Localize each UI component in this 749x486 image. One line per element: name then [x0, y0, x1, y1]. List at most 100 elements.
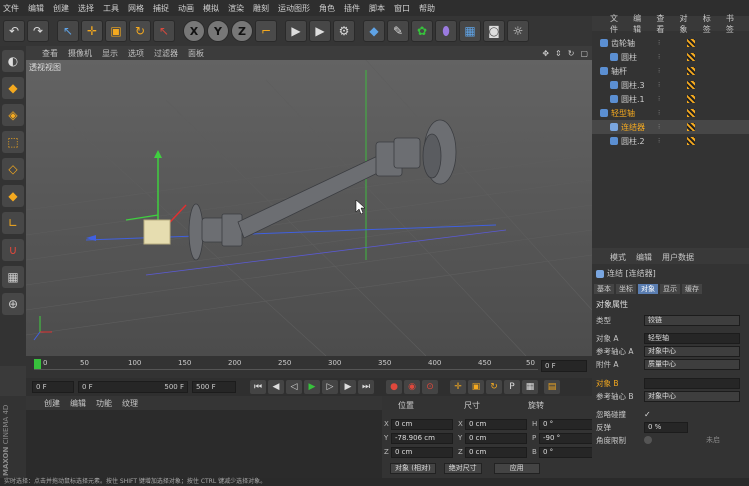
- viewport-menu-item[interactable]: 摄像机: [68, 48, 92, 59]
- visibility-dots-icon[interactable]: ⁝: [658, 137, 660, 145]
- attribute-menu-item[interactable]: 用户数据: [662, 252, 694, 263]
- live-select-icon[interactable]: ↖: [153, 20, 175, 42]
- autokey-icon[interactable]: ◉: [404, 380, 420, 394]
- object-b-field[interactable]: [644, 377, 740, 389]
- orbit-icon[interactable]: ↻: [568, 49, 575, 58]
- tab-cache[interactable]: 缓存: [682, 284, 702, 294]
- key-param-icon[interactable]: P: [504, 380, 520, 394]
- y-axis-icon[interactable]: Y: [207, 20, 229, 42]
- coord-system-icon[interactable]: ⌐: [255, 20, 277, 42]
- visibility-dots-icon[interactable]: ⁝: [658, 123, 660, 131]
- model-mode-icon[interactable]: ◆: [2, 77, 24, 99]
- timeline-playhead[interactable]: [34, 359, 41, 369]
- coord-mode-dropdown[interactable]: 对象 (相对): [390, 462, 436, 474]
- menu-item[interactable]: 脚本: [369, 3, 385, 14]
- attach-a-dropdown[interactable]: 质量中心: [644, 358, 740, 370]
- polygon-mode-icon[interactable]: ◆: [2, 185, 24, 207]
- tab-display[interactable]: 显示: [660, 284, 680, 294]
- key-pla-icon[interactable]: ▦: [522, 380, 538, 394]
- point-mode-icon[interactable]: ⬚: [2, 131, 24, 153]
- ref-axis-b-dropdown[interactable]: 对象中心: [644, 390, 740, 402]
- visibility-dots-icon[interactable]: ⁝: [658, 39, 660, 47]
- position-y-field[interactable]: -78.906 cm: [391, 432, 453, 444]
- object-a-field[interactable]: 轻型轴: [644, 332, 740, 344]
- edge-mode-icon[interactable]: ◇: [2, 158, 24, 180]
- material-tag-icon[interactable]: [687, 109, 695, 117]
- size-mode-dropdown[interactable]: 绝对尺寸: [443, 462, 482, 474]
- menu-item[interactable]: 插件: [344, 3, 360, 14]
- z-axis-icon[interactable]: Z: [231, 20, 253, 42]
- visibility-dots-icon[interactable]: ⁝: [658, 109, 660, 117]
- viewport-menu-item[interactable]: 过滤器: [154, 48, 178, 59]
- next-key-icon[interactable]: ▶: [340, 380, 356, 394]
- move-icon[interactable]: ✛: [81, 20, 103, 42]
- key-scale-icon[interactable]: ▣: [468, 380, 484, 394]
- make-editable-icon[interactable]: ◐: [2, 50, 24, 72]
- start-frame-field[interactable]: 0 F: [32, 381, 74, 393]
- viewport-menu-item[interactable]: 选项: [128, 48, 144, 59]
- go-to-end-icon[interactable]: ⏭: [358, 380, 374, 394]
- deformer-icon[interactable]: ⬮: [435, 20, 457, 42]
- end-frame-field[interactable]: 500 F: [192, 381, 236, 393]
- key-position-icon[interactable]: ✛: [450, 380, 466, 394]
- menu-item[interactable]: 渲染: [228, 3, 244, 14]
- apply-button[interactable]: 应用: [493, 462, 540, 474]
- object-row[interactable]: 圆柱.3 ⁝: [592, 78, 749, 92]
- menu-item[interactable]: 模拟: [203, 3, 219, 14]
- menu-item[interactable]: 创建: [53, 3, 69, 14]
- prev-key-icon[interactable]: ◀: [268, 380, 284, 394]
- object-row[interactable]: 齿轮轴 ⁝: [592, 36, 749, 50]
- menu-item[interactable]: 运动图形: [278, 3, 310, 14]
- size-y-field[interactable]: 0 cm: [465, 432, 527, 444]
- material-menu-item[interactable]: 功能: [96, 398, 112, 409]
- camera-icon[interactable]: ◙: [483, 20, 505, 42]
- angle-limit-toggle[interactable]: [644, 436, 652, 444]
- select-icon[interactable]: ↖: [57, 20, 79, 42]
- material-tag-icon[interactable]: [687, 39, 695, 47]
- menu-item[interactable]: 网格: [128, 3, 144, 14]
- go-to-start-icon[interactable]: ⏮: [250, 380, 266, 394]
- visibility-dots-icon[interactable]: ⁝: [658, 81, 660, 89]
- material-menu-item[interactable]: 编辑: [70, 398, 86, 409]
- play-icon[interactable]: ▶: [304, 380, 320, 394]
- axis-mode-icon[interactable]: ∟: [2, 212, 24, 234]
- current-frame-field[interactable]: 0 F: [541, 360, 587, 372]
- pan-icon[interactable]: ✥: [542, 49, 549, 58]
- key-rotation-icon[interactable]: ↻: [486, 380, 502, 394]
- rotation-h-field[interactable]: 0 °: [539, 418, 595, 430]
- attribute-menu-item[interactable]: 模式: [610, 252, 626, 263]
- tab-basic[interactable]: 基本: [594, 284, 614, 294]
- object-menu-item[interactable]: 查看: [656, 13, 669, 35]
- subdivision-icon[interactable]: ✿: [411, 20, 433, 42]
- menu-item[interactable]: 雕刻: [253, 3, 269, 14]
- magnet-icon[interactable]: ∪: [2, 239, 24, 261]
- material-tag-icon[interactable]: [687, 53, 695, 61]
- object-menu-item[interactable]: 文件: [610, 13, 623, 35]
- cube-icon[interactable]: ◆: [363, 20, 385, 42]
- attribute-menu-item[interactable]: 编辑: [636, 252, 652, 263]
- tab-coord[interactable]: 坐标: [616, 284, 636, 294]
- position-x-field[interactable]: 0 cm: [391, 418, 453, 430]
- x-axis-icon[interactable]: X: [183, 20, 205, 42]
- menu-item[interactable]: 帮助: [419, 3, 435, 14]
- menu-item[interactable]: 编辑: [28, 3, 44, 14]
- viewport-menu-item[interactable]: 显示: [102, 48, 118, 59]
- keyframe-selection-icon[interactable]: ⊙: [422, 380, 438, 394]
- prev-frame-icon[interactable]: ◁: [286, 380, 302, 394]
- floor-icon[interactable]: ▦: [459, 20, 481, 42]
- object-row[interactable]: 轴杆 ⁝: [592, 64, 749, 78]
- object-row[interactable]: 圆柱.2 ⁝: [592, 134, 749, 148]
- menu-item[interactable]: 动画: [178, 3, 194, 14]
- object-menu-item[interactable]: 标签: [703, 13, 716, 35]
- position-z-field[interactable]: 0 cm: [391, 446, 453, 458]
- material-menu-item[interactable]: 纹理: [122, 398, 138, 409]
- size-x-field[interactable]: 0 cm: [465, 418, 527, 430]
- material-tag-icon[interactable]: [687, 81, 695, 89]
- timeline-ruler[interactable]: 0 50 100 150 200 250 300 350 400 450 50 …: [26, 356, 592, 378]
- object-menu-item[interactable]: 编辑: [633, 13, 646, 35]
- material-menu-item[interactable]: 创建: [44, 398, 60, 409]
- light-icon[interactable]: ☼: [507, 20, 529, 42]
- frame-range-slider[interactable]: 0 F 500 F: [78, 381, 188, 393]
- timeline-window-icon[interactable]: ▤: [544, 380, 560, 394]
- object-row[interactable]: 圆柱.1 ⁝: [592, 92, 749, 106]
